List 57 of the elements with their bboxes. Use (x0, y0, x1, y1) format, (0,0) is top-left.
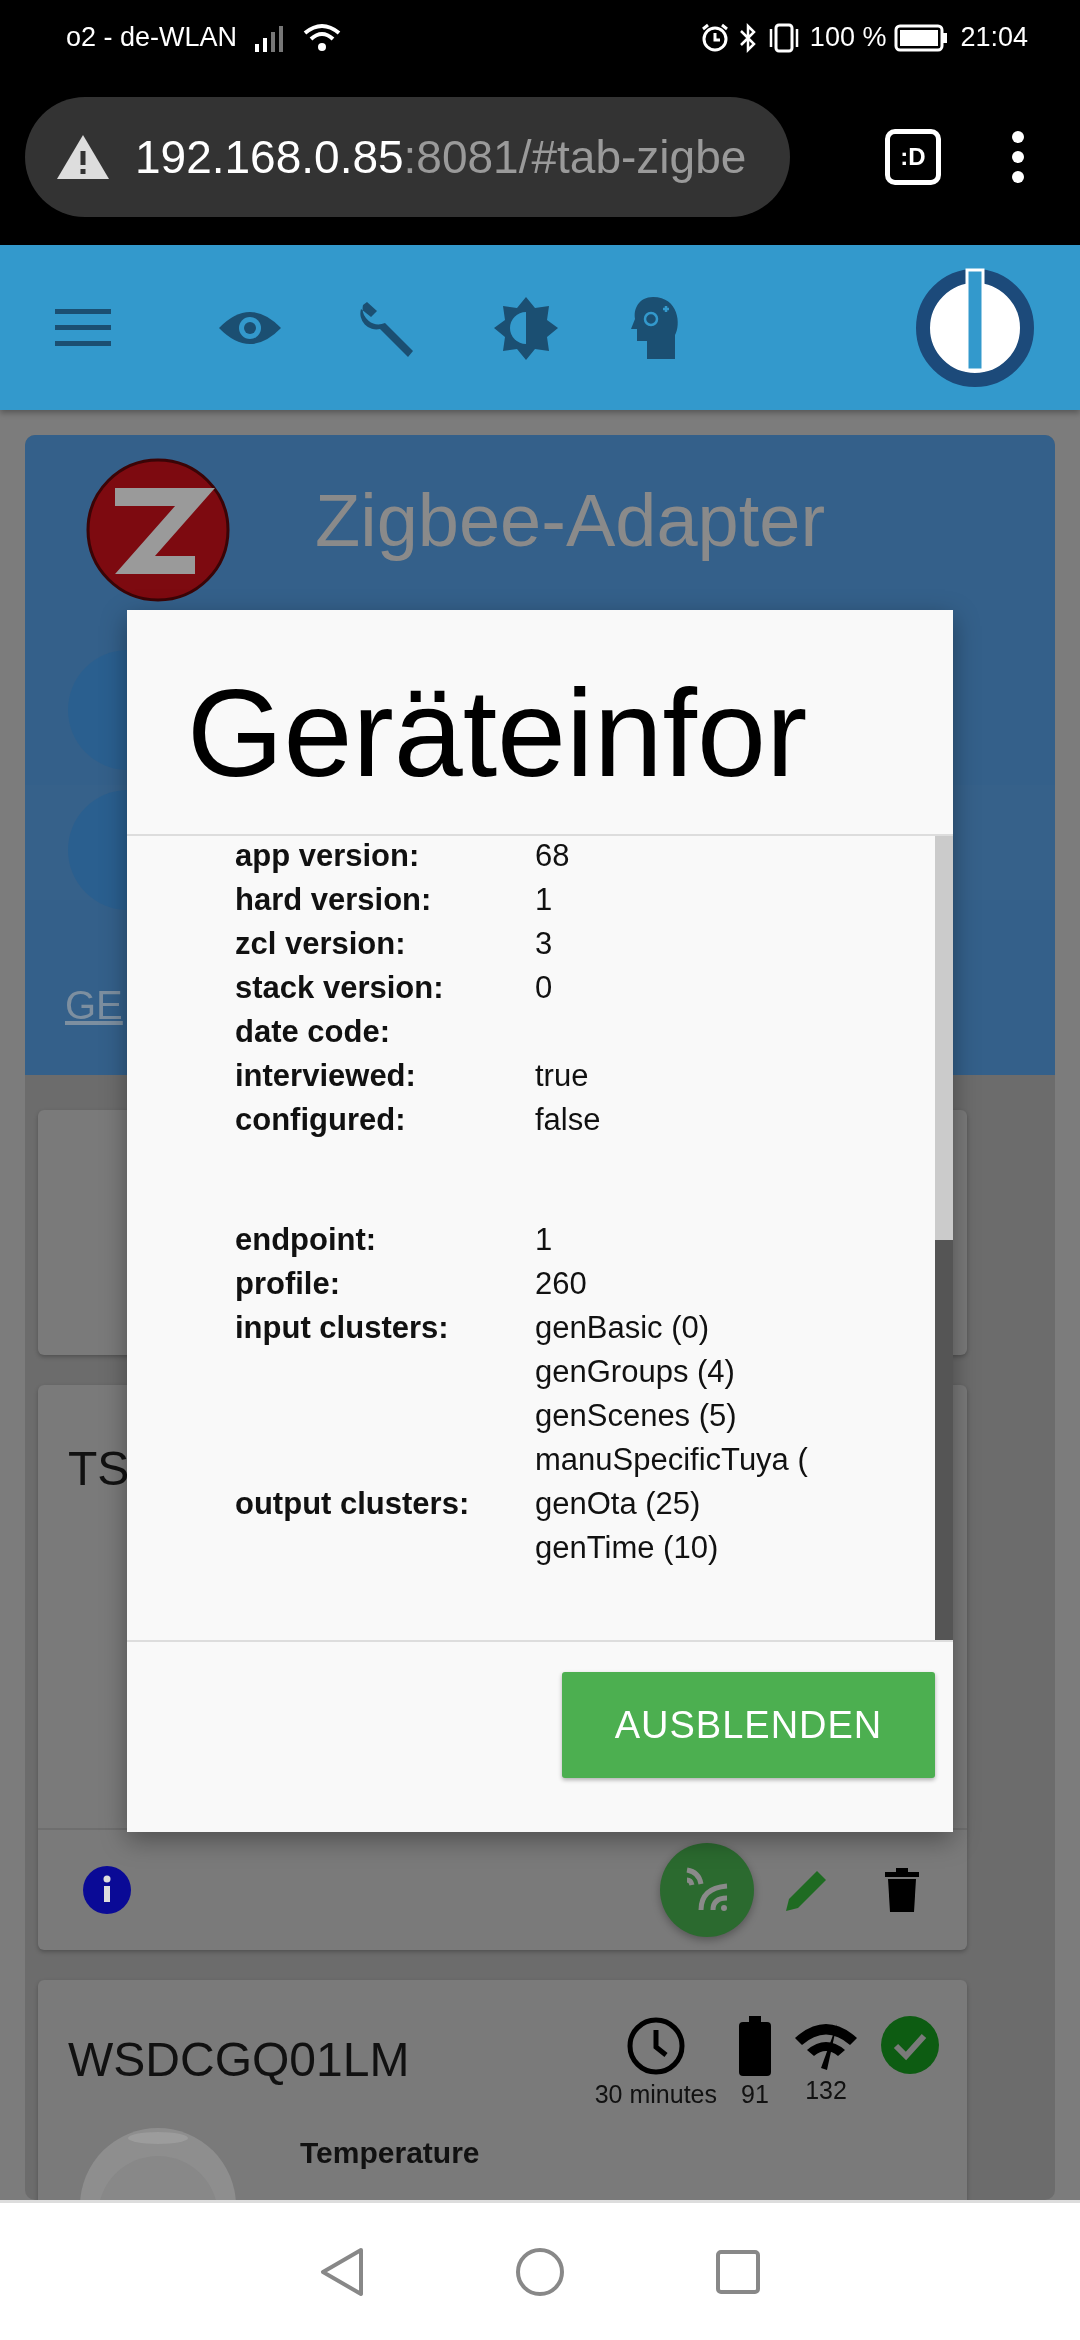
tabs-button[interactable]: :D (885, 129, 941, 185)
clock-time: 21:04 (960, 21, 1028, 55)
field-value: true (535, 1057, 589, 1095)
field-value: 0 (535, 969, 553, 1007)
field-value: 1 (535, 1221, 553, 1259)
bluetooth-icon (737, 22, 758, 53)
scrollbar[interactable] (935, 836, 953, 1640)
field-label: stack version: (235, 969, 445, 1007)
field-value: genScenes (5) (535, 1397, 738, 1435)
battery-icon (739, 2016, 771, 2076)
field-label: configured: (235, 1101, 407, 1139)
head-icon[interactable] (631, 294, 681, 361)
menu-icon[interactable] (55, 308, 111, 347)
field-value: genTime (10) (535, 1529, 719, 1567)
device-name: TS (68, 1441, 130, 1497)
field-label: interviewed: (235, 1057, 417, 1095)
last-seen-text: 30 minutes (594, 2079, 717, 2110)
battery-level-text: 91 (741, 2079, 769, 2110)
wifi-icon (303, 22, 342, 53)
reading-label: Temperature (300, 2134, 480, 2171)
adapter-title: Zigbee-Adapter (315, 478, 826, 564)
more-menu-icon[interactable] (1011, 130, 1025, 184)
field-value: genBasic (0) (535, 1309, 711, 1347)
field-label: output clusters: (235, 1485, 471, 1523)
field-value: genGroups (4) (535, 1353, 736, 1391)
url-text: 192.168.0.85:8081/#tab-zigbe (135, 129, 747, 185)
info-icon (83, 1866, 131, 1914)
alarm-icon (699, 22, 730, 53)
trash-icon[interactable] (885, 1868, 919, 1912)
battery-icon (894, 23, 949, 52)
field-value: manuSpecificTuya ( (535, 1441, 808, 1479)
field-label: endpoint: (235, 1221, 378, 1259)
link-quality-text: 132 (805, 2075, 847, 2106)
field-label: input clusters: (235, 1309, 450, 1347)
home-icon[interactable] (515, 2246, 565, 2297)
field-value: 1 (535, 881, 553, 919)
field-label: date code: (235, 1013, 392, 1051)
app-logo[interactable] (915, 267, 1035, 388)
carrier-name: o2 - de-WLAN (66, 21, 238, 55)
pairing-button[interactable] (660, 1843, 754, 1937)
field-value: false (535, 1101, 601, 1139)
field-value: 68 (535, 837, 570, 875)
field-value: 260 (535, 1265, 587, 1303)
battery-percentage: 100 % (809, 21, 887, 55)
warning-icon (55, 133, 111, 181)
dialog-title: Geräteinfor (127, 610, 953, 836)
field-label: hard version: (235, 881, 433, 919)
recents-icon[interactable] (715, 2248, 761, 2295)
clock-icon (625, 2016, 686, 2076)
back-icon[interactable] (319, 2246, 365, 2297)
field-label: profile: (235, 1265, 342, 1303)
field-value: genOta (25) (535, 1485, 702, 1523)
device-name: WSDCGQ01LM (68, 2032, 410, 2088)
field-label: zcl version: (235, 925, 407, 963)
field-value: 3 (535, 925, 553, 963)
address-bar[interactable]: 192.168.0.85:8081/#tab-zigbe (25, 97, 790, 217)
field-label: app version: (235, 837, 421, 875)
